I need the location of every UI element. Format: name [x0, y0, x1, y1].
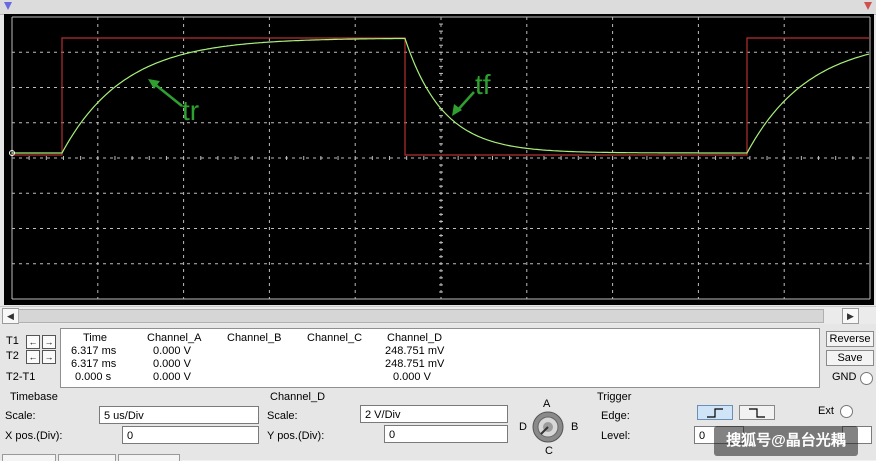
cursor-row-t2-t1: T2-T1 — [2, 371, 58, 385]
ext-label: Ext — [818, 405, 834, 417]
cursor-label-t2: T2 — [6, 350, 19, 362]
header-channel-a: Channel_A — [147, 332, 202, 344]
channel-d-scale-field[interactable]: 2 V/Div — [360, 405, 508, 423]
cursor-label-t1: T1 — [6, 335, 19, 347]
oscilloscope-window: tr tf ◀ ▶ T1 ← → T2 ← → T2-T1 Time Channe… — [0, 0, 876, 461]
channel-d-ypos-label: Y pos.(Div): — [267, 430, 325, 442]
falling-edge-button[interactable] — [739, 405, 775, 420]
watermark: 搜狐号@晶台光耦 — [714, 426, 858, 456]
t1-time: 6.317 ms — [71, 345, 117, 357]
timebase-scale-label: Scale: — [5, 410, 36, 422]
cursor-row-t1: T1 ← → — [2, 335, 58, 349]
rising-edge-button[interactable] — [697, 405, 733, 420]
scroll-thumb[interactable] — [18, 309, 824, 323]
scroll-right-button[interactable]: ▶ — [842, 308, 859, 324]
timebase-title: Timebase — [10, 391, 58, 403]
channel-d-title: Channel_D — [270, 391, 326, 403]
t2-left-arrow-icon[interactable]: ← — [26, 350, 40, 364]
t1-left-arrow-icon[interactable]: ← — [26, 335, 40, 349]
scope-display[interactable]: tr tf — [4, 14, 874, 305]
t2-channel-a: 0.000 V — [153, 358, 191, 370]
timebase-scale-field[interactable]: 5 us/Div — [99, 406, 259, 424]
reverse-button[interactable]: Reverse — [826, 331, 874, 347]
cursor-2-marker-icon[interactable] — [864, 2, 872, 10]
timebase-xpos-label: X pos.(Div): — [5, 430, 63, 442]
gnd-label: GND — [832, 371, 857, 383]
cursor-1-marker-icon[interactable] — [4, 2, 12, 10]
selector-label-c: C — [545, 445, 553, 457]
channel-d-scale-label: Scale: — [267, 410, 298, 422]
t2-time: 6.317 ms — [71, 358, 117, 370]
t2-right-arrow-icon[interactable]: → — [42, 350, 56, 364]
channel-d-ypos-field[interactable]: 0 — [384, 425, 508, 443]
trigger-edge-label: Edge: — [601, 410, 630, 422]
t2-t1-channel-a: 0.000 V — [153, 371, 191, 383]
title-bar — [0, 0, 876, 15]
gnd-radio[interactable] — [860, 372, 873, 385]
trigger-level-label: Level: — [601, 430, 631, 442]
t1-right-arrow-icon[interactable]: → — [42, 335, 56, 349]
cursor-row-t2: T2 ← → — [2, 350, 58, 364]
selector-label-a: A — [543, 398, 551, 410]
cursor-controls: T1 ← → T2 ← → T2-T1 — [2, 335, 58, 385]
channel-selector-knob-icon[interactable] — [530, 410, 566, 444]
scroll-left-button[interactable]: ◀ — [2, 308, 19, 324]
save-button[interactable]: Save — [826, 350, 874, 366]
t2-t1-channel-d: 0.000 V — [393, 371, 431, 383]
selector-label-d: D — [519, 421, 527, 433]
rising-edge-icon — [707, 408, 723, 418]
cursor-label-t2-t1: T2-T1 — [6, 371, 36, 383]
trigger-title: Trigger — [597, 391, 632, 403]
t1-channel-d: 248.751 mV — [385, 345, 445, 357]
timebase-xpos-field[interactable]: 0 — [122, 426, 259, 444]
measurement-readout: Time Channel_A Channel_B Channel_C Chann… — [60, 328, 820, 388]
annotation-tf: tf — [475, 69, 491, 100]
header-time: Time — [83, 332, 108, 344]
header-channel-c: Channel_C — [307, 332, 363, 344]
t2-t1-time: 0.000 s — [75, 371, 112, 383]
scope-screen-svg: tr tf — [9, 16, 871, 300]
selector-label-b: B — [571, 421, 579, 433]
t2-channel-d: 248.751 mV — [385, 358, 445, 370]
ext-radio[interactable] — [840, 405, 853, 418]
header-channel-b: Channel_B — [227, 332, 282, 344]
horizontal-scrollbar[interactable]: ◀ ▶ — [0, 306, 876, 324]
falling-edge-icon — [749, 408, 765, 418]
header-channel-d: Channel_D — [387, 332, 443, 344]
annotation-tr: tr — [182, 95, 199, 126]
t1-channel-a: 0.000 V — [153, 345, 191, 357]
